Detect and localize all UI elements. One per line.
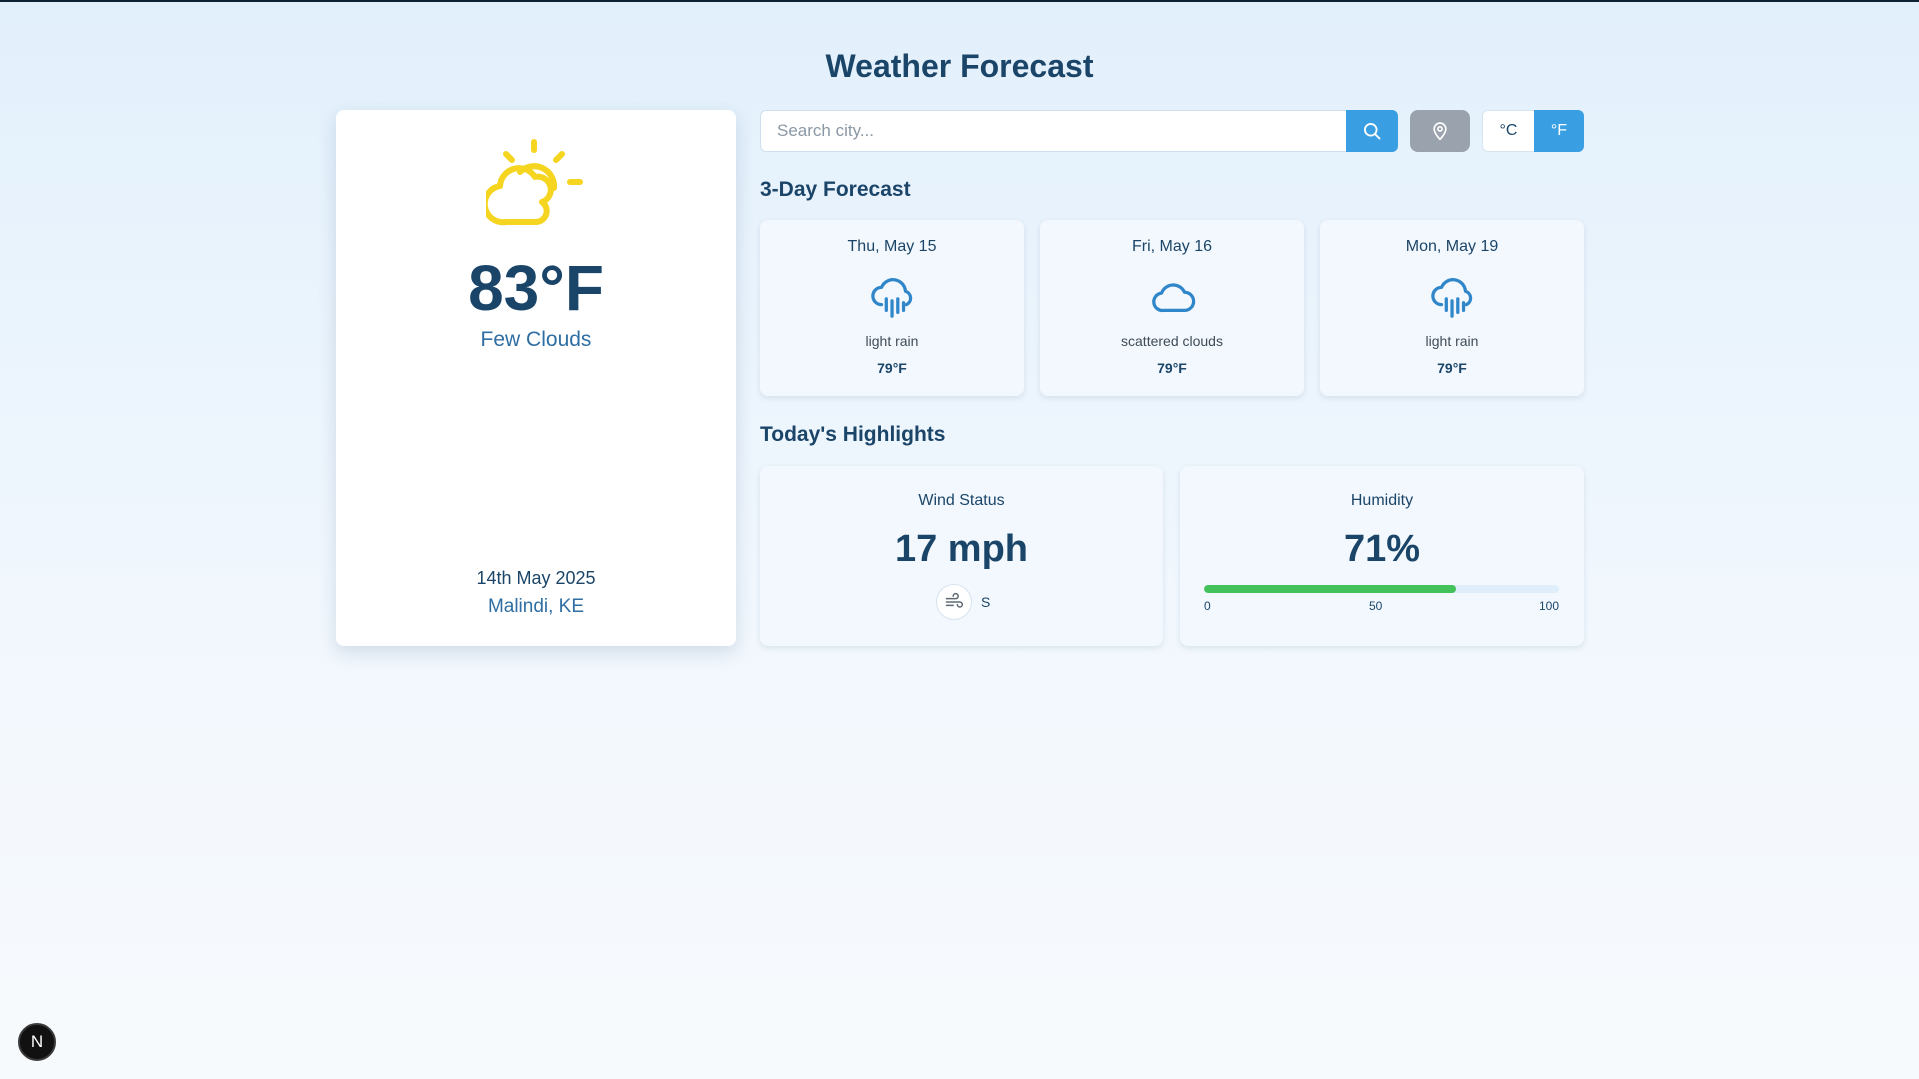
forecast-temperature: 79°F xyxy=(1437,360,1467,376)
forecast-date: Thu, May 15 xyxy=(847,238,937,255)
current-location: Malindi, KE xyxy=(487,596,585,617)
wind-direction-label: S xyxy=(981,594,991,610)
current-location-button[interactable] xyxy=(1410,110,1470,152)
humidity-progress-fill xyxy=(1204,585,1457,593)
wind-direction-badge xyxy=(936,584,972,620)
dev-tools-button[interactable]: N xyxy=(18,1023,56,1061)
humidity-card: Humidity 71% 0 50 100 xyxy=(1180,466,1584,646)
forecast-date: Fri, May 16 xyxy=(1131,238,1212,255)
search-icon xyxy=(1364,123,1381,140)
forecast-title: 3-Day Forecast xyxy=(760,178,911,201)
search-input[interactable] xyxy=(760,110,1346,152)
cloud-icon xyxy=(1152,283,1196,313)
wind-status-title: Wind Status xyxy=(918,492,1005,509)
forecast-temperature: 79°F xyxy=(1157,360,1187,376)
current-date: 14th May 2025 xyxy=(476,568,596,588)
unit-fahrenheit-button[interactable]: °F xyxy=(1534,110,1584,152)
wind-icon xyxy=(945,592,964,608)
current-condition: Few Clouds xyxy=(480,328,592,351)
forecast-description: scattered clouds xyxy=(1121,333,1223,349)
forecast-description: light rain xyxy=(1425,333,1479,349)
forecast-description: light rain xyxy=(865,333,919,349)
forecast-card: Mon, May 19 light rain 79°F xyxy=(1320,220,1584,396)
unit-celsius-button[interactable]: °C xyxy=(1482,110,1534,152)
partly-sunny-icon xyxy=(486,139,583,226)
wind-status-card: Wind Status 17 mph S xyxy=(760,466,1163,646)
forecast-date: Mon, May 19 xyxy=(1405,238,1499,255)
wind-speed-value: 17 mph xyxy=(894,528,1029,570)
humidity-value: 71% xyxy=(1343,528,1421,570)
top-border xyxy=(0,0,1919,2)
humidity-scale-max: 100 xyxy=(1539,599,1560,613)
humidity-scale-min: 0 xyxy=(1204,599,1211,613)
humidity-scale-mid: 50 xyxy=(1369,599,1383,613)
current-weather-card: 83°F Few Clouds 14th May 2025 Malindi, K… xyxy=(336,110,736,646)
forecast-card: Thu, May 15 light rain 79°F xyxy=(760,220,1024,396)
humidity-title: Humidity xyxy=(1350,492,1414,509)
highlights-title: Today's Highlights xyxy=(760,423,946,446)
search-button[interactable] xyxy=(1346,110,1398,152)
current-temperature: 83°F xyxy=(468,252,604,324)
forecast-card: Fri, May 16 scattered clouds 79°F xyxy=(1040,220,1304,396)
map-pin-icon xyxy=(1433,122,1447,141)
rain-cloud-icon xyxy=(871,278,913,318)
forecast-temperature: 79°F xyxy=(877,360,907,376)
page-title: Weather Forecast xyxy=(825,48,1094,84)
humidity-progress-bar xyxy=(1204,585,1559,593)
rain-cloud-icon xyxy=(1431,278,1473,318)
